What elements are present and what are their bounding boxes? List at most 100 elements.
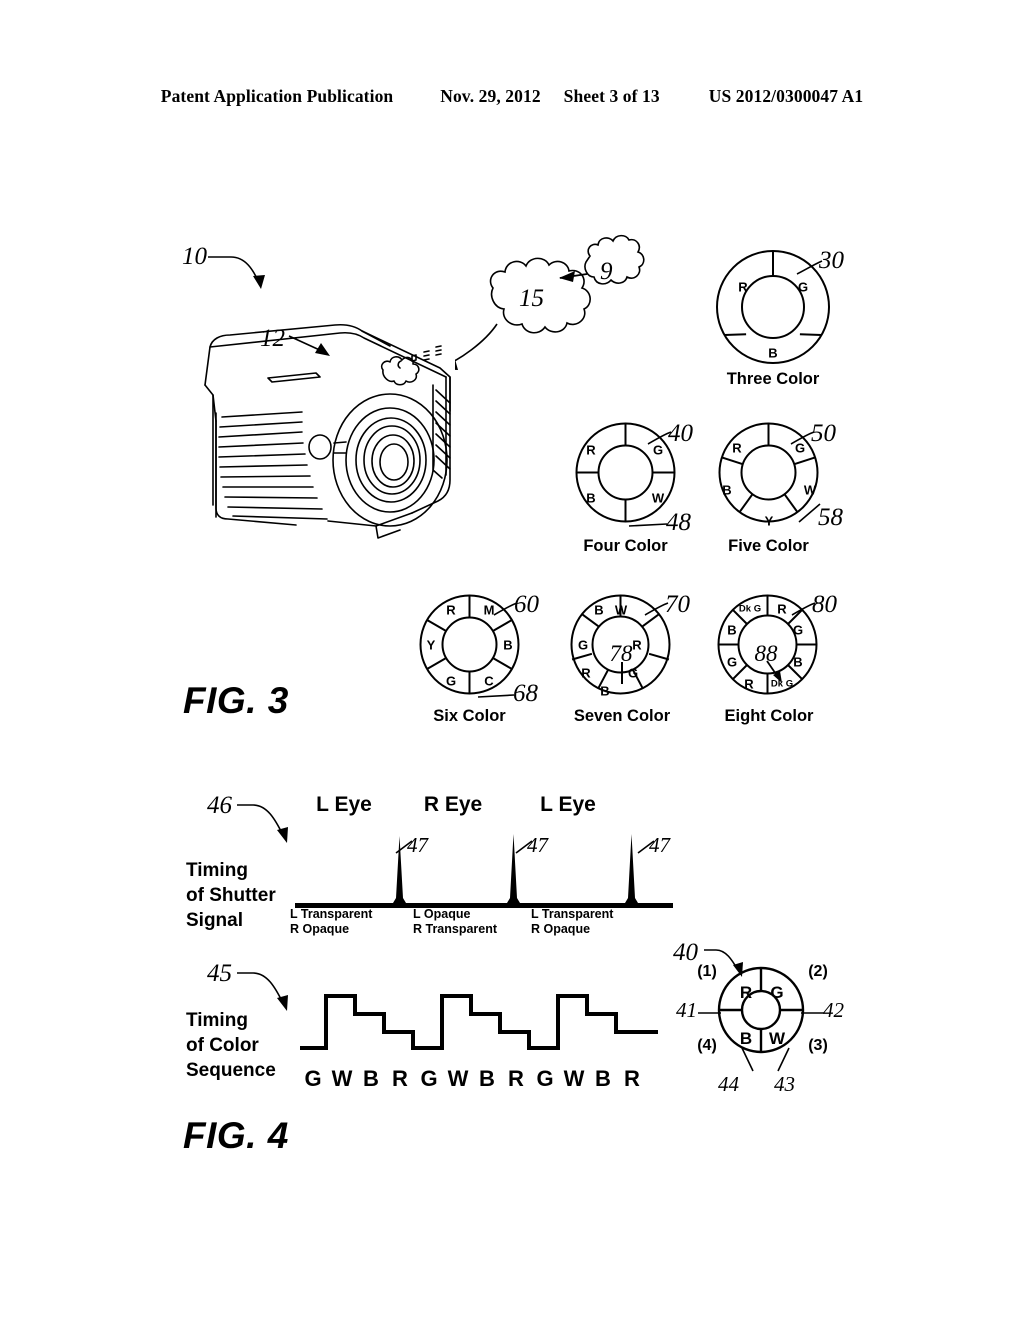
wheel7-caption: Seven Color [573,707,671,725]
color-sequence-waveform [300,980,660,1065]
wheel6-seg-g: G [445,673,457,689]
state-label-1: L Transparent R Opaque [290,907,372,936]
ref-45: 45 [207,960,232,987]
wheel5-seg-r: R [732,440,742,456]
ref-40-leader [646,429,674,454]
shutter-waveform [295,820,675,915]
wheel5-seg-y: Y [764,513,774,529]
seq-letter-9: W [563,1066,585,1091]
state-3-line-2: R Opaque [531,921,591,936]
fig4-index-1: (1) [697,963,717,980]
state-1-line-2: R Opaque [290,921,350,936]
wheel5-seg-w: W [803,482,817,498]
figure-4-label: FIG. 4 [183,1115,289,1156]
eye-label-1: L Eye [316,793,372,816]
sequence-title-line-1: Timing [186,1010,248,1031]
fig4-ref-44: 44 [718,1072,739,1096]
ref-12-leader [286,331,344,368]
wheel7-seg-4-w: W [614,602,628,618]
wheel3-caption: Three Color [726,370,820,388]
wheel6-caption: Six Color [433,707,506,725]
spike-ref-47-2-leader [514,838,534,861]
state-label-2: L Opaque R Transparent [413,907,497,936]
seq-letter-4: G [420,1066,438,1091]
wheel7-seg-3-b: B [600,683,610,699]
header-date: Nov. 29, 2012 [440,86,541,106]
state-3-line-1: L Transparent [531,907,614,921]
wheel7-hub-leader [617,660,629,691]
seq-letter-7: R [508,1066,524,1091]
ref-60-leader [492,600,520,625]
shutter-title-line-2: of Shutter [186,885,276,906]
wheel6-seg-b: B [503,637,513,653]
wheel8-seg-1-r: R [777,601,787,617]
ref-46-leader [235,797,295,854]
wheel7-seg-6-g: G [577,637,589,653]
shutter-timing-title: Timing of Shutter Signal [186,858,276,933]
fig4-index-2: (2) [808,963,828,980]
fig4-ref-42-leader [800,1005,826,1023]
state-label-3: L Transparent R Opaque [531,907,613,936]
ref-9: 9 [600,258,613,285]
wheel8-seg-7-b: B [727,622,737,638]
ref-48-leader [627,517,669,535]
wheel4-caption: Four Color [583,537,668,555]
spike-ref-47-1-leader [394,838,414,861]
wheel6-seg-c: C [484,673,494,689]
wheel4-seg-b: B [586,490,596,506]
wheel4-seg-w: W [651,490,665,506]
wheel7-seg-2-g: G [627,665,639,681]
ref-30-leader [795,257,825,284]
seq-letter-5: W [447,1066,469,1091]
wheel8-seg-5-r: R [744,676,754,692]
fig4-seg-g: G [770,983,784,1002]
state-2-line-2: R Transparent [413,921,498,936]
wheel6-seg-r: R [446,602,456,618]
state-2-line-1: L Opaque [413,907,471,921]
ref-68-leader [476,688,516,706]
sequence-title-line-3: Sequence [186,1060,276,1081]
wheel7-seg-5-r: R [581,665,591,681]
wheel4-seg-r: R [586,442,596,458]
wheel7-seg-7-b: B [594,602,604,618]
ref-15: 15 [519,285,544,312]
seq-letter-1: W [331,1066,353,1091]
ref-46: 46 [207,792,232,819]
ref-70-leader [643,600,671,625]
cloud-callouts [438,228,650,408]
state-1-line-1: L Transparent [290,907,373,921]
shutter-title-line-3: Signal [186,910,244,931]
header-publication: Patent Application Publication [160,86,394,106]
wheel8-caption: Eight Color [724,707,814,725]
seq-letter-11: R [624,1066,640,1091]
ref-50-leader [789,429,817,454]
figure-3-label: FIG. 3 [183,680,289,721]
fig4-seg-r: R [739,983,753,1002]
ref-58-leader [797,500,823,531]
seq-letter-0: G [304,1066,322,1091]
seq-letter-8: G [536,1066,554,1091]
header-sheet: Sheet 3 of 13 [563,86,660,106]
fig4-ref-42: 42 [823,998,844,1022]
ref-48: 48 [666,509,691,536]
wheel5-seg-b: B [722,482,732,498]
fig4-ref-44-leader [738,1046,756,1079]
ref-10: 10 [182,243,207,270]
eye-label-2: R Eye [423,793,483,816]
wheel5-caption: Five Color [728,537,809,555]
wheel7-seg-1-r: R [632,637,642,653]
spike-ref-47-3-leader [636,838,656,861]
fig4-index-4: (4) [697,1037,717,1054]
fig4-index-3: (3) [808,1037,828,1054]
eye-label-3: L Eye [540,793,596,816]
fig4-ref-41: 41 [676,998,697,1022]
ref-10-leader [205,247,275,307]
wheel8-seg-3-b: B [793,654,803,670]
wheel6-seg-y: Y [426,637,436,653]
seq-letter-10: B [595,1066,611,1091]
wheel8-seg-6-g: G [726,654,738,670]
fig4-ref-40: 40 [673,939,698,966]
wheel3-seg-r: R [738,279,748,295]
shutter-title-line-1: Timing [186,860,248,881]
fig4-ref-41-leader [697,1005,723,1023]
